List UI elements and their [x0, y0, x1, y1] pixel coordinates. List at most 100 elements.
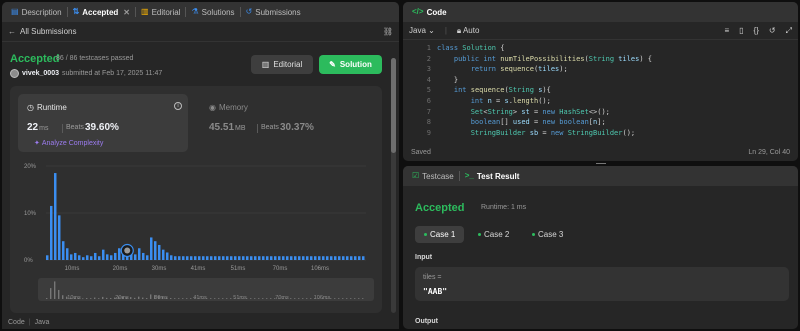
- code-line[interactable]: 7 Set<String> st = new HashSet<>();: [403, 107, 798, 118]
- chart-bar: [342, 256, 345, 260]
- back-arrow-icon[interactable]: ←: [8, 27, 16, 36]
- braces-icon[interactable]: {}: [754, 26, 759, 35]
- submission-icon: ⇅: [72, 7, 80, 16]
- all-submissions-link[interactable]: All Submissions: [20, 27, 76, 36]
- mini-bar: [306, 298, 308, 299]
- mini-bar: [94, 297, 96, 299]
- chart-bar: [266, 256, 269, 260]
- tab-editorial[interactable]: ▥ Editorial: [136, 2, 185, 22]
- code-line[interactable]: 9 StringBuilder sb = new StringBuilder()…: [403, 128, 798, 139]
- code-text[interactable]: }: [437, 75, 458, 86]
- code-text[interactable]: Set<String> st = new HashSet<>();: [437, 107, 610, 118]
- tab-code[interactable]: </> Code: [407, 2, 452, 22]
- chart-bar: [218, 256, 221, 260]
- mini-bar: [214, 298, 216, 299]
- code-text[interactable]: int n = s.length();: [437, 96, 551, 107]
- mini-bar: [134, 297, 136, 299]
- code-line[interactable]: 6 int n = s.length();: [403, 96, 798, 107]
- chart-bar: [302, 256, 305, 260]
- chart-bar: [278, 256, 281, 260]
- mini-bar: [362, 298, 364, 299]
- chart-bar: [66, 248, 69, 260]
- case-tab-3[interactable]: Case 3: [523, 226, 572, 243]
- mini-bar: [250, 298, 252, 299]
- runtime-distribution-chart[interactable]: 20% 10% 0% 10ms 20ms 30ms 41ms 51ms 70ms 106ms 10m…: [10, 86, 382, 313]
- autosave-toggle[interactable]: 🔒︎ Auto: [457, 26, 480, 36]
- chart-bar: [70, 254, 73, 260]
- code-line[interactable]: 2 public int numTilePossibilities(String…: [403, 54, 798, 65]
- case-tab-1[interactable]: Case 1: [415, 226, 465, 243]
- line-number: 6: [426, 96, 431, 105]
- chart-bar: [158, 244, 161, 260]
- code-text[interactable]: return sequence(tiles);: [437, 64, 568, 75]
- case-tab-2[interactable]: Case 2: [469, 226, 518, 243]
- fullscreen-icon[interactable]: ⤢: [786, 26, 792, 36]
- code-text[interactable]: class Solution {: [437, 43, 504, 54]
- tab-description[interactable]: ▤ Description: [6, 2, 67, 22]
- line-number: 9: [426, 128, 431, 137]
- code-editor[interactable]: 1 class Solution {2 public int numTilePos…: [403, 43, 798, 139]
- mini-bar: [178, 298, 180, 299]
- username[interactable]: vivek_0003: [22, 70, 59, 77]
- chart-bar: [142, 252, 145, 260]
- chart-bar: [330, 256, 333, 260]
- tab-testcase[interactable]: ☑ Testcase: [407, 166, 459, 186]
- bookmark-icon[interactable]: ▯: [739, 26, 743, 35]
- solution-button[interactable]: ✎ Solution: [319, 55, 382, 74]
- tab-test-result[interactable]: >_ Test Result: [460, 166, 525, 186]
- code-line[interactable]: 8 boolean[] used = new boolean[n];: [403, 117, 798, 128]
- chart-bar: [78, 255, 81, 260]
- code-line[interactable]: 5 int sequence(String s){: [403, 85, 798, 96]
- tab-submissions[interactable]: ↺ Submissions: [241, 2, 306, 22]
- code-line[interactable]: 3 return sequence(tiles);: [403, 64, 798, 75]
- chart-bar: [194, 256, 197, 260]
- code-text[interactable]: StringBuilder sb = new StringBuilder();: [437, 128, 635, 139]
- tab-solutions[interactable]: ⚗ Solutions: [186, 2, 239, 22]
- editorial-button[interactable]: ▥ Editorial: [251, 55, 313, 74]
- language-select[interactable]: Java ⌄: [409, 26, 435, 35]
- scrollbar[interactable]: [391, 58, 396, 313]
- chart-bar: [90, 256, 93, 260]
- close-icon[interactable]: ✕: [123, 8, 130, 17]
- chart-bar: [154, 241, 157, 260]
- mini-bar: [142, 297, 144, 299]
- format-icon[interactable]: ≡: [724, 26, 729, 35]
- code-text[interactable]: public int numTilePossibilities(String t…: [437, 54, 652, 65]
- chart-bar: [186, 256, 189, 260]
- chart-bar: [214, 256, 217, 260]
- code-text[interactable]: boolean[] used = new boolean[n];: [437, 117, 606, 128]
- x-tick-label: 51ms: [231, 266, 246, 272]
- mini-bar: [210, 298, 212, 299]
- chart-bar: [238, 256, 241, 260]
- chart-bar: [114, 252, 117, 260]
- chart-bar: [362, 256, 365, 260]
- reset-icon[interactable]: ↺: [769, 26, 776, 35]
- panel-resize-handle[interactable]: [596, 163, 606, 164]
- y-tick-label: 10%: [24, 211, 37, 217]
- scrollbar-thumb[interactable]: [391, 58, 396, 153]
- avatar[interactable]: [10, 69, 19, 78]
- pass-dot-icon: [478, 233, 481, 236]
- chart-bar: [150, 237, 153, 260]
- chart-bar: [262, 256, 265, 260]
- code-text[interactable]: int sequence(String s){: [437, 85, 551, 96]
- mini-bar: [302, 298, 304, 299]
- chart-bar: [54, 173, 57, 260]
- chart-bar: [46, 255, 49, 260]
- mini-bar: [270, 298, 272, 299]
- mini-bar: [82, 298, 84, 300]
- mini-bar: [130, 297, 132, 299]
- code-line[interactable]: 1 class Solution {: [403, 43, 798, 54]
- mini-bar: [230, 298, 232, 299]
- chart-bar: [98, 256, 101, 260]
- chart-bar: [306, 256, 309, 260]
- link-icon[interactable]: ⛓: [383, 27, 393, 36]
- chart-bar: [310, 256, 313, 260]
- code-line[interactable]: 4 }: [403, 75, 798, 86]
- line-number: 8: [426, 118, 431, 127]
- mini-bar: [62, 295, 64, 299]
- user-avatar-icon: [124, 247, 131, 254]
- chart-bar: [62, 241, 65, 260]
- tab-accepted[interactable]: ⇅ Accepted ✕: [68, 2, 135, 22]
- mini-bar: [150, 294, 152, 299]
